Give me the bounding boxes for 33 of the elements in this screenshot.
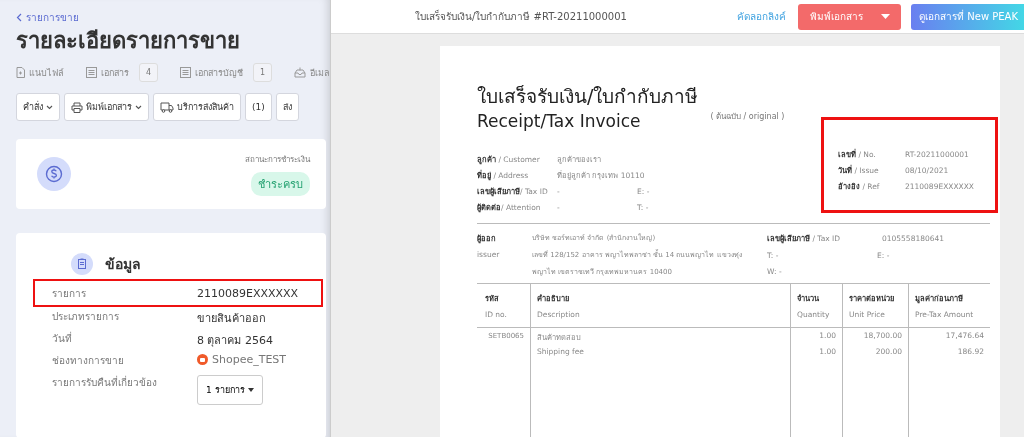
open-button[interactable]: ดูเอกสารที่ New PEAK	[911, 3, 1024, 30]
action-button[interactable]: พิมพ์เอกสาร	[64, 93, 149, 121]
tab[interactable]: แนบไฟล์	[16, 65, 64, 80]
count-badge: 1	[253, 63, 273, 82]
field-label: รายการรับคืนที่เกี่ยวข้อง	[52, 375, 158, 390]
tab[interactable]: อีเมล	[294, 65, 330, 80]
action-button[interactable]: (1)	[245, 93, 272, 121]
payment-status-label: สถานะการชำระเงิน	[245, 153, 310, 166]
action-button[interactable]: บริการส่งสินค้า	[153, 93, 241, 121]
field-label: ช่องทางการขาย	[52, 354, 125, 368]
field-label: ประเภทรายการ	[52, 310, 120, 324]
action-button[interactable]: ส่ง	[275, 93, 299, 121]
count-badge: 4	[139, 63, 159, 82]
field-label: รายการ	[52, 286, 87, 301]
print-button[interactable]: พิมพ์เอกสาร	[798, 3, 902, 30]
section-title: ข้อมูล	[105, 255, 141, 275]
tab[interactable]: เอกสารบัญชี 1	[180, 63, 273, 82]
field-value: 2110089EXXXXXX	[197, 286, 299, 300]
back-link[interactable]: รายการขาย	[16, 10, 79, 25]
page-title: รายละเอียดรายการขาย	[16, 27, 241, 55]
document-title: ใบเสร็จรับเงิน/ใบกำกับภาษี #RT-20211000001	[415, 9, 628, 24]
dropdown-button[interactable]: 1 รายการ	[197, 375, 263, 405]
field-label: วันที่	[52, 331, 73, 346]
action-button[interactable]: คำสั่ง	[16, 93, 60, 121]
document-heading: ใบเสร็จรับเงิน/ใบกำกับภาษี	[477, 84, 699, 109]
tab[interactable]: เอกสาร 4	[86, 63, 159, 82]
channel-link[interactable]: Shopee_TEST	[197, 353, 287, 366]
copy-link[interactable]: คัดลอกลิงค์	[737, 9, 787, 24]
field-value: 8 ตุลาคม 2564	[197, 333, 273, 349]
document-heading: Receipt/Tax Invoice	[477, 111, 642, 131]
status-badge: ชำระครบ	[251, 171, 310, 196]
copy-note: ( ต้นฉบับ / original )	[710, 111, 785, 123]
field-value: ขายสินค้าออก	[197, 311, 266, 327]
